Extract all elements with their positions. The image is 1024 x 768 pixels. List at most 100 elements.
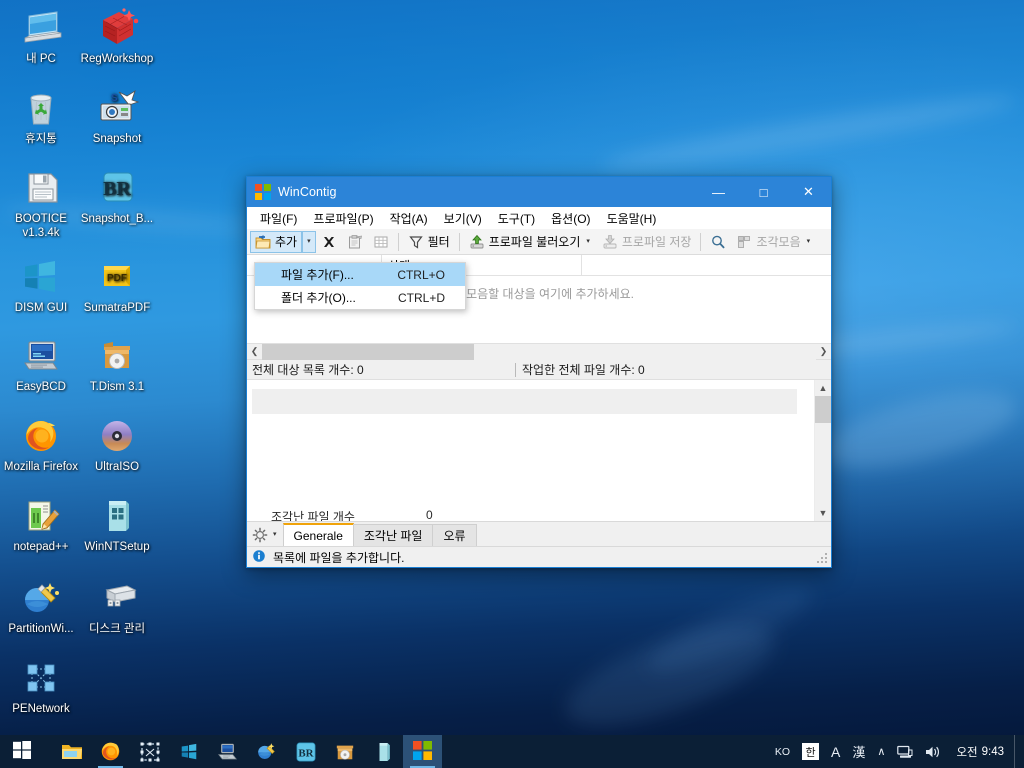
taskbar-clock[interactable]: 오전 9:43 bbox=[948, 735, 1014, 768]
menu-item-add-file[interactable]: 파일 추가(F)... CTRL+O bbox=[255, 263, 465, 286]
taskbar-wincontig[interactable] bbox=[403, 735, 442, 768]
add-dropdown-menu: 파일 추가(F)... CTRL+O 폴더 추가(O)... CTRL+D bbox=[254, 262, 466, 310]
analyze-button[interactable] bbox=[705, 231, 731, 253]
chevron-down-icon: ▾ bbox=[273, 531, 277, 538]
taskbar-firefox[interactable] bbox=[91, 735, 130, 768]
save-profile-label: 프로파일 저장 bbox=[621, 235, 692, 249]
maximize-button[interactable]: □ bbox=[741, 177, 786, 207]
snapshot-br-icon: BR bbox=[93, 166, 141, 210]
add-button[interactable]: 추가 bbox=[250, 230, 303, 253]
filter-funnel-icon bbox=[408, 234, 424, 250]
menu-view[interactable]: 보기(V) bbox=[436, 208, 490, 229]
regworkshop-icon bbox=[93, 6, 141, 50]
hscroll-thumb[interactable] bbox=[262, 343, 474, 360]
save-profile-button[interactable]: 프로파일 저장 bbox=[597, 231, 697, 253]
close-button[interactable]: ✕ bbox=[786, 177, 831, 207]
tray-ime-mode[interactable]: 한 bbox=[796, 735, 825, 768]
tab-generale[interactable]: Generale bbox=[282, 523, 354, 546]
taskbar-winntsetup[interactable] bbox=[364, 735, 403, 768]
total-items-count: 전체 대상 목록 개수: 0 bbox=[247, 361, 515, 378]
taskbar-partitionwizard[interactable] bbox=[247, 735, 286, 768]
vertical-scrollbar[interactable]: ▲ ▼ bbox=[814, 380, 831, 521]
desktop-icon-snapshot-br[interactable]: BR Snapshot_B... bbox=[78, 166, 156, 227]
tray-alpha-mode[interactable]: A bbox=[825, 735, 846, 768]
taskbar-snapshot-br[interactable]: BR bbox=[286, 735, 325, 768]
tray-network[interactable] bbox=[891, 735, 919, 768]
tray-language[interactable]: KO bbox=[769, 735, 796, 768]
menu-help[interactable]: 도움말(H) bbox=[599, 208, 665, 229]
menu-file[interactable]: 파일(F) bbox=[252, 208, 305, 229]
defrag-blocks-icon bbox=[736, 234, 752, 250]
resize-grip[interactable] bbox=[817, 553, 829, 565]
scroll-right-icon[interactable]: ❯ bbox=[816, 344, 831, 360]
tray-hanja-mode[interactable]: 漢 bbox=[846, 735, 871, 768]
show-desktop-button[interactable] bbox=[1014, 735, 1020, 768]
grid-button[interactable] bbox=[368, 231, 394, 253]
tray-volume[interactable] bbox=[919, 735, 948, 768]
taskbar-easybcd[interactable] bbox=[208, 735, 247, 768]
scroll-left-icon[interactable]: ❮ bbox=[247, 344, 262, 360]
desktop-icon-my-pc[interactable]: 내 PC bbox=[2, 6, 80, 67]
defrag-button[interactable]: 조각모음 ▾ bbox=[731, 231, 817, 253]
desktop-icon-snapshot[interactable]: S Snapshot bbox=[78, 86, 156, 147]
tray-overflow-chevron[interactable]: ∧ bbox=[871, 735, 891, 768]
window-controls: — □ ✕ bbox=[696, 177, 831, 207]
desktop-icon-recycle-bin[interactable]: 휴지통 bbox=[2, 86, 80, 147]
settings-gear-button[interactable]: ▾ bbox=[249, 523, 283, 546]
scroll-down-icon[interactable]: ▼ bbox=[815, 505, 832, 521]
scroll-up-icon[interactable]: ▲ bbox=[815, 380, 832, 396]
desktop-icon-regworkshop[interactable]: RegWorkshop bbox=[78, 6, 156, 67]
edit-list-button[interactable] bbox=[342, 231, 368, 253]
wincontig-window: WinContig — □ ✕ 파일(F) 프로파일(P) 작업(A) 보기(V… bbox=[246, 176, 832, 568]
minimize-button[interactable]: — bbox=[696, 177, 741, 207]
desktop-icon-penetwork[interactable]: PENetwork bbox=[2, 656, 80, 717]
menu-profile[interactable]: 프로파일(P) bbox=[305, 208, 381, 229]
menu-item-add-folder[interactable]: 폴더 추가(O)... CTRL+D bbox=[255, 286, 465, 309]
desktop-icon-easybcd[interactable]: EasyBCD bbox=[2, 334, 80, 395]
clock-time: 9:43 bbox=[981, 745, 1004, 758]
remove-button[interactable] bbox=[316, 231, 342, 253]
penetwork-icon bbox=[17, 656, 65, 700]
add-dropdown-arrow[interactable]: ▾ bbox=[302, 230, 316, 253]
desktop-icon-label: 내 PC bbox=[26, 53, 56, 65]
tab-errors[interactable]: 오류 bbox=[432, 524, 477, 546]
taskbar-file-explorer[interactable] bbox=[52, 735, 91, 768]
load-profile-button[interactable]: 프로파일 불러오기 ▾ bbox=[464, 231, 597, 253]
winntsetup-icon bbox=[379, 742, 390, 761]
hscroll-track[interactable] bbox=[262, 343, 816, 360]
desktop-icon-firefox[interactable]: Mozilla Firefox bbox=[2, 414, 80, 475]
tab-fragmented-files[interactable]: 조각난 파일 bbox=[352, 524, 434, 546]
desktop-icon-notepadpp[interactable]: notepad++ bbox=[2, 494, 80, 555]
desktop-icon-label: PENetwork bbox=[12, 703, 70, 715]
vscroll-thumb[interactable] bbox=[814, 396, 831, 423]
taskbar-dism-gui[interactable] bbox=[169, 735, 208, 768]
desktop-icon-bootice[interactable]: BOOTICE v1.3.4k bbox=[2, 166, 80, 240]
desktop-icon-dism-gui[interactable]: DISM GUI bbox=[2, 255, 80, 316]
vscroll-track[interactable] bbox=[814, 396, 831, 505]
menu-task[interactable]: 작업(A) bbox=[382, 208, 436, 229]
start-button[interactable] bbox=[0, 735, 44, 768]
desktop-icon-tdism[interactable]: T.Dism 3.1 bbox=[78, 334, 156, 395]
search-magnifier-icon bbox=[710, 234, 726, 250]
menu-options[interactable]: 옵션(O) bbox=[543, 208, 598, 229]
desktop-icon-label: WinNTSetup bbox=[84, 541, 150, 553]
wincontig-icon bbox=[413, 740, 432, 763]
ime-mode-box: 한 bbox=[802, 743, 820, 760]
list-column-blank-2[interactable] bbox=[582, 255, 642, 276]
svg-text:S: S bbox=[111, 93, 118, 104]
taskbar-tdism[interactable] bbox=[325, 735, 364, 768]
processed-files-value: 0 bbox=[638, 363, 645, 377]
desktop-icon-label: RegWorkshop bbox=[80, 53, 154, 65]
filter-button[interactable]: 필터 bbox=[403, 231, 455, 253]
svg-text:PDF: PDF bbox=[107, 273, 127, 284]
desktop-icon-winntsetup[interactable]: WinNTSetup bbox=[78, 494, 156, 555]
horizontal-scrollbar[interactable]: ❮ ❯ bbox=[247, 343, 831, 360]
taskbar-snipping-tool[interactable] bbox=[130, 735, 169, 768]
toolbar: 추가 ▾ 필터 프로파일 불러오기 ▾ 프로파일 저장 조각모음 ▾ bbox=[247, 229, 831, 255]
menu-tools[interactable]: 도구(T) bbox=[490, 208, 543, 229]
desktop-icon-sumatrapdf[interactable]: PDF SumatraPDF bbox=[78, 255, 156, 316]
desktop-icon-ultraiso[interactable]: UltraISO bbox=[78, 414, 156, 475]
desktop-icon-partitionwizard[interactable]: PartitionWi... bbox=[2, 576, 80, 637]
desktop-icon-disk-management[interactable]: 디스크 관리 bbox=[78, 576, 156, 637]
window-titlebar[interactable]: WinContig — □ ✕ bbox=[247, 177, 831, 207]
